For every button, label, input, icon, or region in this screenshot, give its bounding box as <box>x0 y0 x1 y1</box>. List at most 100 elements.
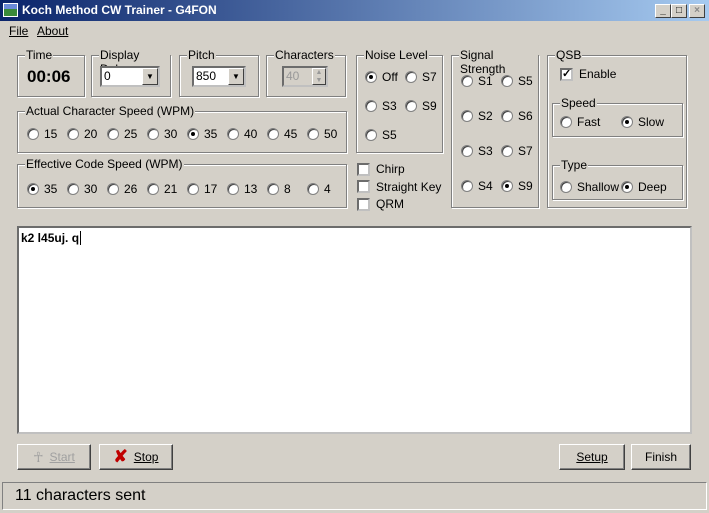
stop-button[interactable]: ✘ Stop <box>99 444 173 470</box>
characters-spinner[interactable]: 40 ▲ ▼ <box>282 66 328 87</box>
qsb-type-radio-shallow[interactable]: Shallow <box>560 180 619 194</box>
display-delay-select[interactable]: 0 ▼ <box>100 66 160 87</box>
spinner-arrows-icon[interactable]: ▲ ▼ <box>312 68 326 85</box>
straight-key-checkbox[interactable]: Straight Key <box>357 180 441 194</box>
effective-speed-radio-30[interactable]: 30 <box>67 182 97 196</box>
radio-indicator[interactable] <box>461 110 473 122</box>
radio-indicator[interactable] <box>27 128 39 140</box>
radio-indicator[interactable] <box>560 116 572 128</box>
chirp-checkbox[interactable]: Chirp <box>357 162 405 176</box>
noise-radio-s3[interactable]: S3 <box>365 99 397 113</box>
noise-level-label: Noise Level <box>364 48 429 62</box>
radio-indicator[interactable] <box>501 110 513 122</box>
radio-indicator[interactable] <box>267 128 279 140</box>
actual-speed-radio-20[interactable]: 20 <box>67 127 97 141</box>
qsb-speed-radio-fast[interactable]: Fast <box>560 115 600 129</box>
signal-radio-s7[interactable]: S7 <box>501 144 533 158</box>
effective-speed-radio-17[interactable]: 17 <box>187 182 217 196</box>
radio-indicator[interactable] <box>405 100 417 112</box>
effective-speed-radio-21[interactable]: 21 <box>147 182 177 196</box>
radio-label: 30 <box>84 182 98 196</box>
radio-indicator[interactable] <box>560 181 572 193</box>
radio-indicator[interactable] <box>67 183 79 195</box>
radio-indicator[interactable] <box>501 180 513 192</box>
output-textarea[interactable]: k2 l45uj. q <box>17 226 692 434</box>
radio-indicator[interactable] <box>621 116 633 128</box>
radio-label: 50 <box>324 127 338 141</box>
actual-speed-label: Actual Character Speed (WPM) <box>25 104 196 118</box>
radio-indicator[interactable] <box>307 128 319 140</box>
menu-bar: File About <box>0 21 709 39</box>
signal-radio-s1[interactable]: S1 <box>461 74 493 88</box>
actual-speed-radio-50[interactable]: 50 <box>307 127 337 141</box>
qsb-speed-radio-slow[interactable]: Slow <box>621 115 664 129</box>
actual-speed-radio-15[interactable]: 15 <box>27 127 57 141</box>
actual-speed-radio-30[interactable]: 30 <box>147 127 177 141</box>
radio-indicator[interactable] <box>147 183 159 195</box>
radio-indicator[interactable] <box>501 145 513 157</box>
checkbox-box[interactable] <box>357 162 370 176</box>
stop-label: Stop <box>133 450 159 464</box>
qsb-enable-checkbox[interactable]: ✓ Enable <box>560 67 616 81</box>
radio-indicator[interactable] <box>461 180 473 192</box>
effective-speed-radio-35[interactable]: 35 <box>27 182 57 196</box>
actual-speed-radio-40[interactable]: 40 <box>227 127 257 141</box>
signal-radio-s2[interactable]: S2 <box>461 109 493 123</box>
qsb-type-label: Type <box>560 158 589 172</box>
close-button[interactable]: × <box>689 4 705 18</box>
pitch-select[interactable]: 850 ▼ <box>192 66 246 87</box>
check-icon[interactable]: ✓ <box>560 67 573 81</box>
radio-indicator[interactable] <box>227 128 239 140</box>
actual-speed-radio-45[interactable]: 45 <box>267 127 297 141</box>
radio-indicator[interactable] <box>27 183 39 195</box>
qsb-type-radio-deep[interactable]: Deep <box>621 180 667 194</box>
radio-indicator[interactable] <box>227 183 239 195</box>
noise-radio-off[interactable]: Off <box>365 70 398 84</box>
checkbox-box[interactable] <box>357 197 370 211</box>
effective-speed-radio-13[interactable]: 13 <box>227 182 257 196</box>
radio-indicator[interactable] <box>107 183 119 195</box>
radio-indicator[interactable] <box>187 128 199 140</box>
actual-speed-radio-25[interactable]: 25 <box>107 127 137 141</box>
output-text: k2 l45uj. q <box>21 231 80 245</box>
radio-indicator[interactable] <box>501 75 513 87</box>
checkbox-box[interactable] <box>357 180 370 193</box>
noise-radio-s9[interactable]: S9 <box>405 99 437 113</box>
radio-indicator[interactable] <box>405 71 417 83</box>
menu-file[interactable]: File <box>9 24 28 38</box>
radio-indicator[interactable] <box>365 100 377 112</box>
qrm-checkbox[interactable]: QRM <box>357 197 404 211</box>
effective-speed-radio-4[interactable]: 4 <box>307 182 331 196</box>
noise-radio-s7[interactable]: S7 <box>405 70 437 84</box>
signal-radio-s3[interactable]: S3 <box>461 144 493 158</box>
signal-radio-s5[interactable]: S5 <box>501 74 533 88</box>
start-button[interactable]: ☥ Start <box>17 444 91 470</box>
menu-about[interactable]: About <box>37 24 68 38</box>
signal-radio-s9[interactable]: S9 <box>501 179 533 193</box>
radio-indicator[interactable] <box>307 183 319 195</box>
effective-speed-radio-8[interactable]: 8 <box>267 182 291 196</box>
radio-indicator[interactable] <box>461 75 473 87</box>
setup-button[interactable]: Setup <box>559 444 625 470</box>
radio-indicator[interactable] <box>187 183 199 195</box>
radio-indicator[interactable] <box>147 128 159 140</box>
signal-radio-s6[interactable]: S6 <box>501 109 533 123</box>
text-cursor <box>80 231 82 245</box>
minimize-button[interactable]: _ <box>655 4 671 18</box>
maximize-button[interactable]: □ <box>671 4 687 18</box>
radio-indicator[interactable] <box>267 183 279 195</box>
radio-indicator[interactable] <box>365 129 377 141</box>
signal-radio-s4[interactable]: S4 <box>461 179 493 193</box>
noise-radio-s5[interactable]: S5 <box>365 128 397 142</box>
radio-indicator[interactable] <box>67 128 79 140</box>
actual-speed-radio-35[interactable]: 35 <box>187 127 217 141</box>
finish-button[interactable]: Finish <box>631 444 691 470</box>
radio-label: Deep <box>638 180 667 194</box>
radio-indicator[interactable] <box>461 145 473 157</box>
effective-speed-radio-26[interactable]: 26 <box>107 182 137 196</box>
radio-indicator[interactable] <box>621 181 633 193</box>
radio-indicator[interactable] <box>365 71 377 83</box>
radio-indicator[interactable] <box>107 128 119 140</box>
chevron-down-icon[interactable]: ▼ <box>142 68 158 85</box>
chevron-down-icon[interactable]: ▼ <box>228 68 244 85</box>
